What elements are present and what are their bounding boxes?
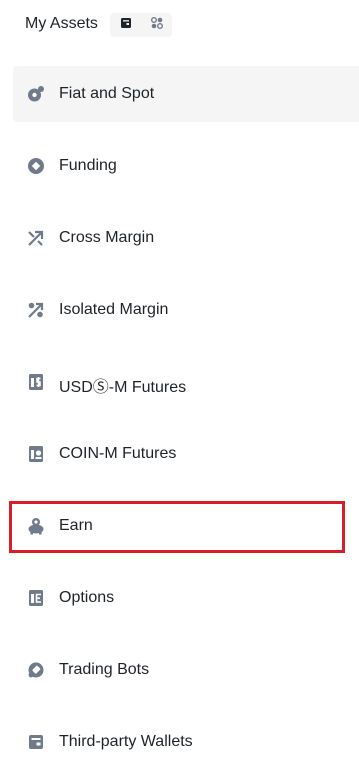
nav-item-fiat-and-spot[interactable]: Fiat and Spot xyxy=(13,66,359,122)
nav-item-options[interactable]: Options xyxy=(13,570,359,626)
view-toggle xyxy=(110,13,172,37)
trading-bots-icon xyxy=(27,661,45,679)
wallet-view-button[interactable] xyxy=(110,13,141,37)
coin-futures-icon xyxy=(27,445,45,463)
options-icon xyxy=(27,589,45,607)
nav-label: Funding xyxy=(59,157,117,174)
grid-dots-icon xyxy=(150,16,164,35)
nav-item-funding[interactable]: Funding xyxy=(13,138,359,194)
grid-view-button[interactable] xyxy=(141,13,172,37)
nav-item-trading-bots[interactable]: Trading Bots xyxy=(13,642,359,698)
nav-item-earn[interactable]: Earn xyxy=(13,498,359,554)
wallet-icon xyxy=(120,16,132,34)
nav-label: COIN-M Futures xyxy=(59,445,177,462)
nav-item-cross-margin[interactable]: Cross Margin xyxy=(13,210,359,266)
header: My Assets xyxy=(0,0,359,52)
nav-label: Fiat and Spot xyxy=(59,85,155,102)
cross-margin-icon xyxy=(27,229,45,247)
funding-icon xyxy=(27,157,45,175)
nav-item-isolated-margin[interactable]: Isolated Margin xyxy=(13,282,359,338)
nav-item-third-party-wallets[interactable]: Third-party Wallets xyxy=(13,714,359,770)
fiat-spot-icon xyxy=(27,85,45,103)
nav-label: Cross Margin xyxy=(59,229,155,246)
nav-label: Options xyxy=(59,589,115,606)
nav-label: Trading Bots xyxy=(59,661,150,678)
nav-item-usds-m-futures[interactable]: USDⓈ-M Futures xyxy=(13,354,359,410)
nav-item-coin-m-futures[interactable]: COIN-M Futures xyxy=(13,426,359,482)
earn-icon xyxy=(27,517,45,535)
nav-label: Isolated Margin xyxy=(59,301,169,318)
third-party-wallets-icon xyxy=(27,733,45,751)
usds-futures-icon xyxy=(27,373,45,391)
nav-label: USDⓈ-M Futures xyxy=(59,379,187,396)
nav-label: Third-party Wallets xyxy=(59,733,193,750)
page-title: My Assets xyxy=(25,15,98,32)
isolated-margin-icon xyxy=(27,301,45,319)
nav-label: Earn xyxy=(59,517,93,534)
